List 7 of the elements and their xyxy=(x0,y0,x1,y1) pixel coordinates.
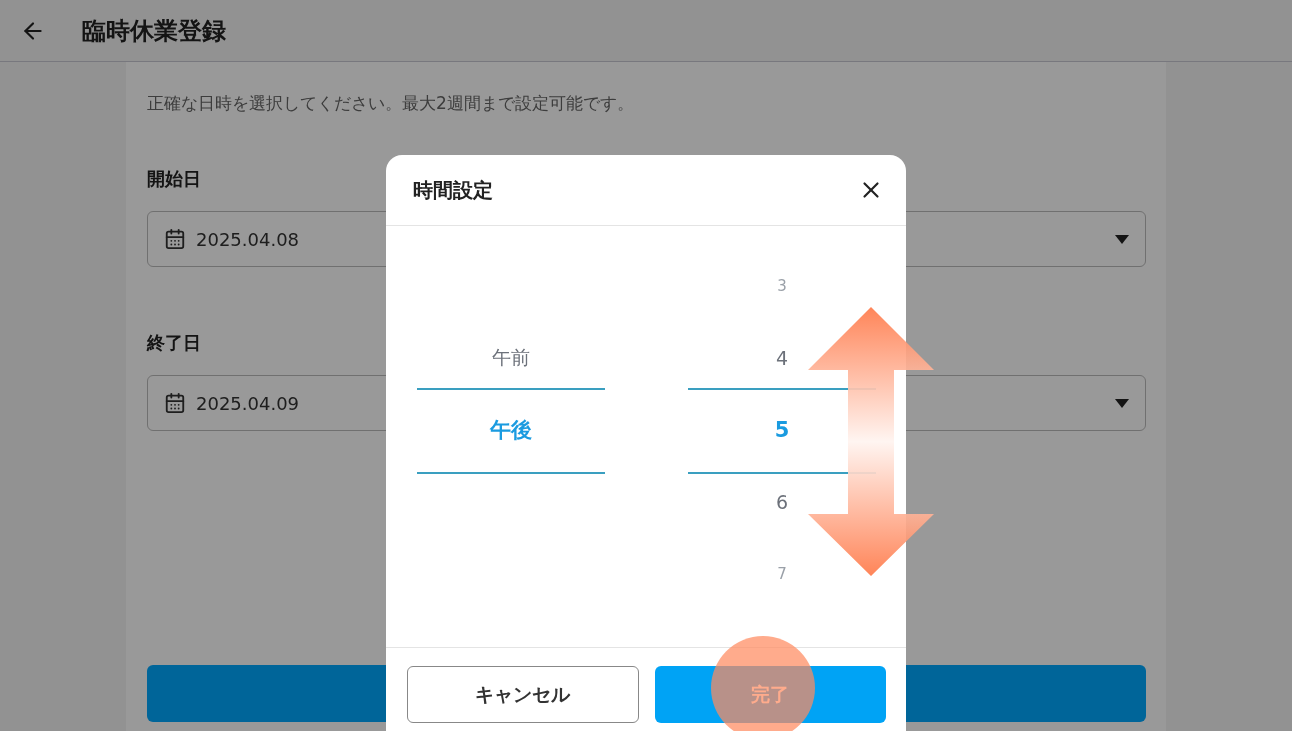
field-label: 終了日 xyxy=(147,331,201,355)
field-label: 開始日 xyxy=(147,167,201,191)
description-text: 正確な日時を選択してください。最大2週間まで設定可能です。 xyxy=(147,92,635,115)
page-title: 臨時休業登録 xyxy=(82,15,226,47)
date-value: 2025.04.08 xyxy=(196,228,301,250)
dialog-title: 時間設定 xyxy=(413,176,493,204)
date-value: 2025.04.09 xyxy=(196,392,301,414)
